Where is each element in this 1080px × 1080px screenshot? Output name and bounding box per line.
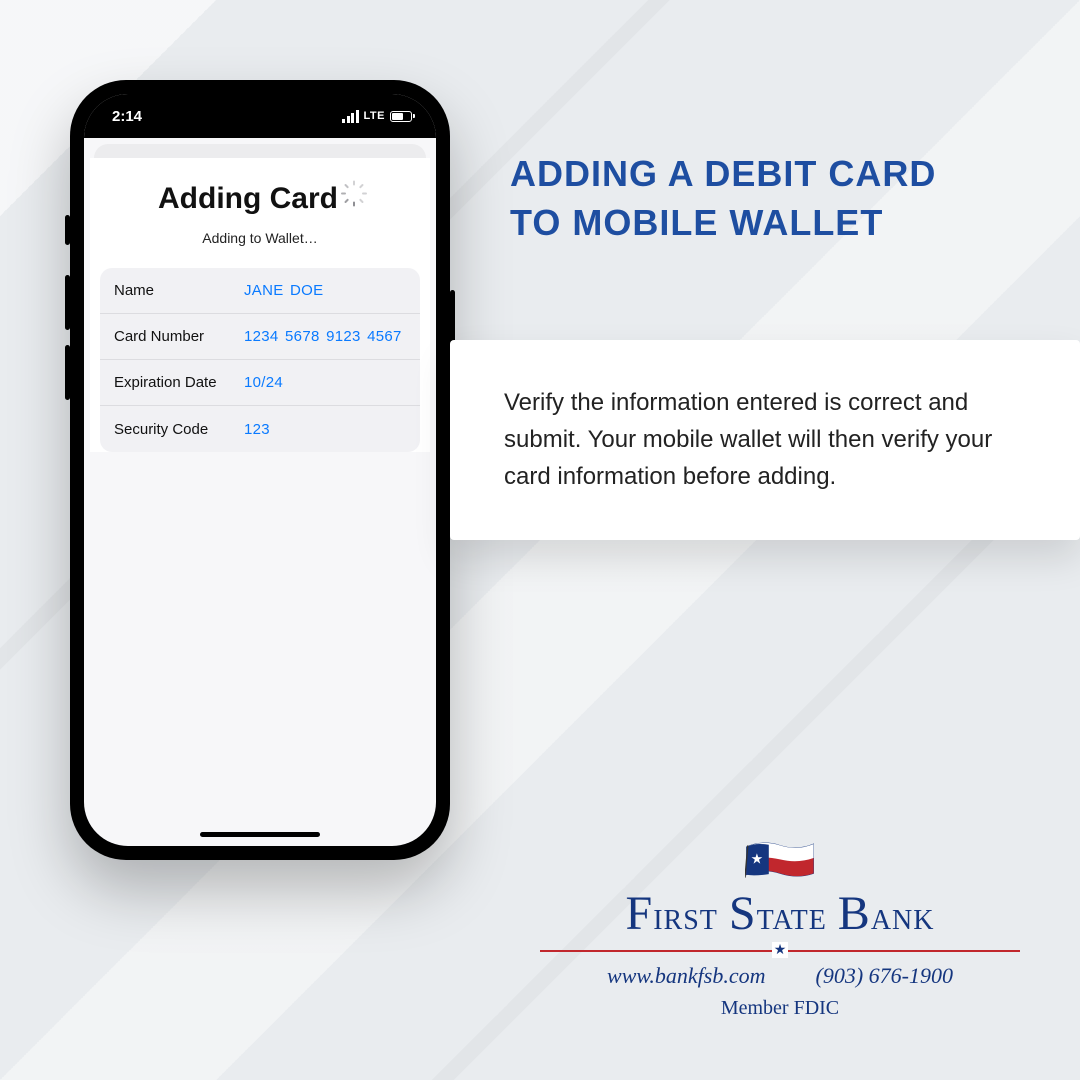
form-row-card-number: Card Number 1234 5678 9123 4567 — [100, 314, 420, 360]
bank-footer: ★ First State Bank ★ www.bankfsb.com (90… — [520, 836, 1040, 1020]
form-row-name: Name JANE DOE — [100, 268, 420, 314]
expiration-value[interactable]: 10/24 — [244, 374, 283, 391]
svg-text:★: ★ — [751, 851, 764, 867]
name-value[interactable]: JANE DOE — [244, 282, 323, 299]
form-row-security-code: Security Code 123 — [100, 406, 420, 452]
instruction-card: Verify the information entered is correc… — [450, 340, 1080, 540]
sheet-grabber — [94, 144, 426, 158]
form-row-expiration: Expiration Date 10/24 — [100, 360, 420, 406]
screen-title-text: Adding Card — [158, 182, 338, 216]
adding-card-sheet: Adding Card Adding to Wallet… Name JANE … — [90, 158, 430, 452]
status-time: 2:14 — [112, 108, 142, 125]
texas-flag-icon: ★ — [745, 836, 815, 880]
star-icon: ★ — [772, 942, 788, 958]
card-number-value[interactable]: 1234 5678 9123 4567 — [244, 328, 402, 345]
phone-screen: 2:14 LTE Adding Card Adding to Wallet… — [84, 94, 436, 846]
security-code-label: Security Code — [114, 421, 244, 438]
home-indicator — [200, 832, 320, 837]
phone-mockup: 2:14 LTE Adding Card Adding to Wallet… — [70, 80, 450, 860]
battery-icon — [390, 111, 412, 122]
contact-row: www.bankfsb.com (903) 676-1900 — [520, 963, 1040, 989]
bank-url: www.bankfsb.com — [607, 963, 765, 989]
phone-notch — [175, 94, 345, 122]
headline-line-1: Adding a debit card — [510, 150, 1040, 199]
phone-volume-down — [65, 345, 70, 400]
status-indicators: LTE — [342, 110, 412, 123]
instruction-text: Verify the information entered is correc… — [504, 389, 992, 490]
card-number-label: Card Number — [114, 328, 244, 345]
screen-subtitle: Adding to Wallet… — [90, 230, 430, 246]
headline-line-2: to mobile wallet — [510, 199, 1040, 248]
divider: ★ — [540, 943, 1020, 957]
signal-icon — [342, 110, 359, 123]
phone-volume-up — [65, 275, 70, 330]
phone-silence-switch — [65, 215, 70, 245]
security-code-value[interactable]: 123 — [244, 421, 270, 438]
bank-phone: (903) 676-1900 — [816, 963, 953, 989]
loading-spinner-icon — [346, 191, 362, 207]
expiration-label: Expiration Date — [114, 374, 244, 391]
bank-name: First State Bank — [520, 886, 1040, 941]
screen-title: Adding Card — [90, 182, 430, 216]
card-form: Name JANE DOE Card Number 1234 5678 9123… — [100, 268, 420, 452]
name-label: Name — [114, 282, 244, 299]
member-fdic: Member FDIC — [520, 997, 1040, 1020]
network-label: LTE — [364, 110, 385, 122]
headline: Adding a debit card to mobile wallet — [510, 150, 1040, 247]
